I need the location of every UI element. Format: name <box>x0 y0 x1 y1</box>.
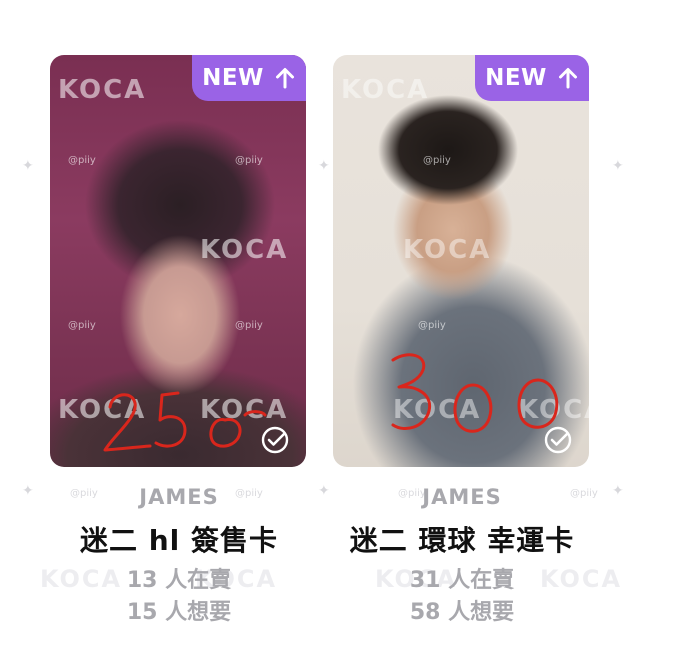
card-photo[interactable]: KOCA KOCA KOCA KOCA @piiy @piiy @piiy @p… <box>50 55 306 467</box>
watermark-brand: KOCA <box>393 395 482 425</box>
sparkle-decoration: ✦ <box>318 158 330 174</box>
check-circle-icon[interactable] <box>543 425 573 455</box>
new-badge-label: NEW <box>202 65 264 91</box>
new-badge: NEW <box>192 55 306 101</box>
watermark-handle: @piiy <box>68 155 96 166</box>
arrow-up-icon <box>558 68 577 89</box>
watermark-brand: KOCA <box>403 235 492 265</box>
sparkle-decoration: ✦ <box>22 483 34 499</box>
photocard-item[interactable]: KOCA KOCA KOCA KOCA @piiy @piiy 300 NEW … <box>333 55 591 629</box>
watermark-handle: @piiy <box>235 320 263 331</box>
check-circle-icon[interactable] <box>260 425 290 455</box>
watermark-brand: KOCA <box>200 235 289 265</box>
wanted-count: 58 人想要 <box>409 600 515 625</box>
watermark-brand: KOCA <box>58 75 147 105</box>
sellers-count: 13 人在賣 <box>126 568 232 593</box>
watermark-brand: KOCA <box>341 75 430 105</box>
watermark-brand: KOCA <box>518 395 589 425</box>
sellers-count: 31 人在賣 <box>409 568 515 593</box>
photocard-item[interactable]: KOCA KOCA KOCA KOCA @piiy @piiy @piiy @p… <box>50 55 308 629</box>
sparkle-decoration: ✦ <box>612 483 624 499</box>
artist-name: JAMES <box>422 485 502 509</box>
card-title[interactable]: 迷二 環球 幸運卡 <box>333 519 591 559</box>
watermark-brand: KOCA <box>200 395 289 425</box>
sparkle-decoration: ✦ <box>318 483 330 499</box>
sparkle-decoration: ✦ <box>612 158 624 174</box>
watermark-handle: @piiy <box>423 155 451 166</box>
artist-name: JAMES <box>139 485 219 509</box>
card-photo[interactable]: KOCA KOCA KOCA KOCA @piiy @piiy 300 NEW <box>333 55 589 467</box>
new-badge: NEW <box>475 55 589 101</box>
new-badge-label: NEW <box>485 65 547 91</box>
watermark-handle: @piiy <box>418 320 446 331</box>
watermark-handle: @piiy <box>235 155 263 166</box>
watermark-brand: KOCA <box>58 395 147 425</box>
sparkle-decoration: ✦ <box>22 158 34 174</box>
wanted-count: 15 人想要 <box>126 600 232 625</box>
card-title[interactable]: 迷二 hl 簽售卡 <box>50 519 308 559</box>
watermark-handle: @piiy <box>68 320 96 331</box>
arrow-up-icon <box>275 68 294 89</box>
